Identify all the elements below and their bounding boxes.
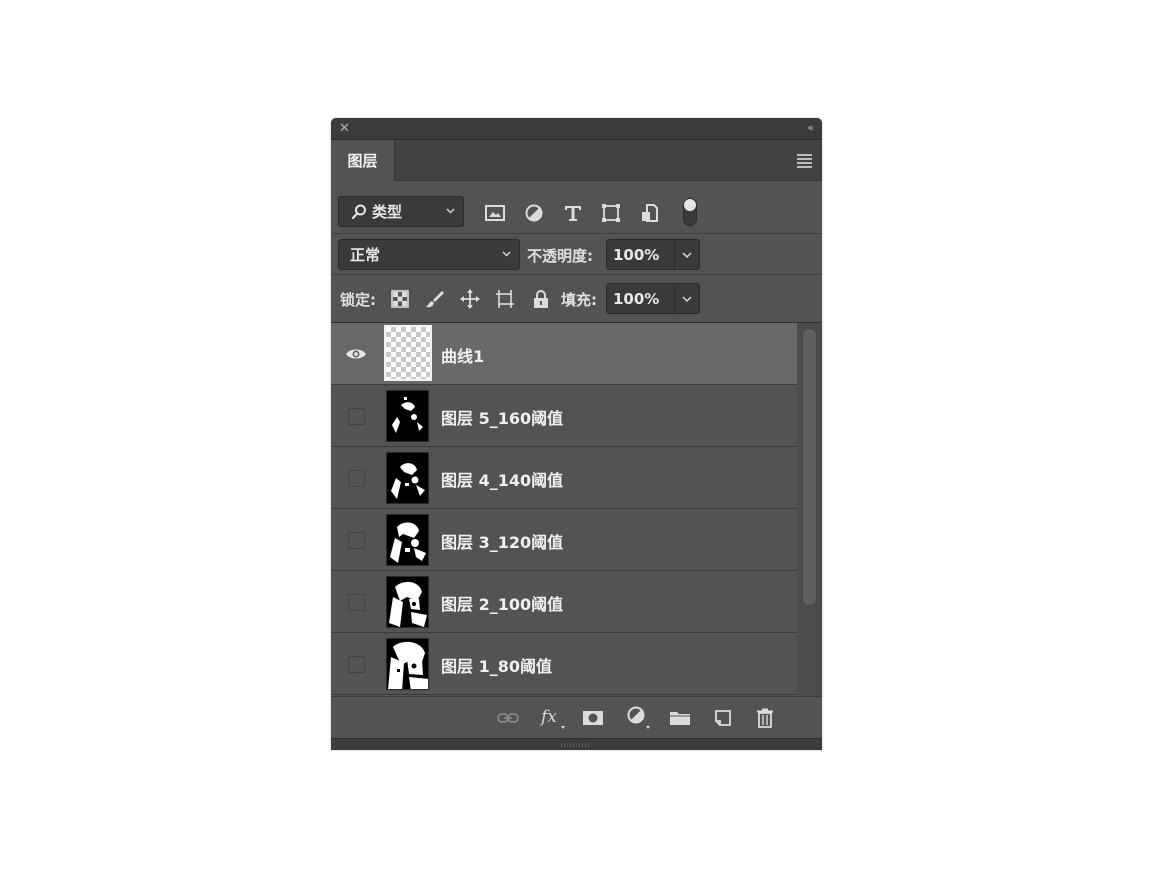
lock-label: 锁定:: [340, 291, 376, 309]
blend-mode-label: 正常: [350, 246, 381, 264]
transparent-thumbnail: [386, 327, 430, 379]
layer-thumbnail: [384, 325, 432, 381]
blend-mode-select[interactable]: 正常: [338, 239, 520, 270]
threshold-thumbnail: [389, 581, 427, 627]
filter-type-label: 类型: [372, 203, 403, 221]
threshold-thumbnail: [391, 463, 425, 499]
scrollbar-thumb[interactable]: [802, 328, 817, 606]
threshold-thumbnail: [392, 397, 423, 433]
lock-all-icon[interactable]: [531, 289, 551, 309]
link-icon[interactable]: [497, 708, 519, 728]
filter-toggle-knob: [684, 199, 696, 211]
panel-titlebar: ✕ ‹‹: [331, 118, 822, 140]
layer-name: 图层 4_140阈值: [441, 471, 564, 490]
svg-text:fx: fx: [540, 707, 557, 727]
lock-artboard-icon[interactable]: [495, 289, 515, 309]
layer-name: 图层 1_80阈值: [441, 657, 552, 676]
layers-panel: ✕ ‹‹ 图层 类型 正常 不透明度: 100% 锁定: 填充: 100% 曲线…: [331, 118, 822, 750]
layer-name: 图层 5_160阈值: [441, 409, 564, 428]
layer-row[interactable]: 图层 5_160阈值: [331, 385, 797, 447]
text-filter-icon[interactable]: [562, 203, 584, 223]
visibility-toggle[interactable]: [348, 532, 365, 549]
layer-row[interactable]: 曲线1: [331, 323, 797, 385]
resize-grip: [561, 743, 591, 747]
chevron-down-icon: [502, 251, 511, 256]
panel-menu-icon[interactable]: [797, 154, 812, 170]
lock-pixels-icon[interactable]: [425, 289, 445, 309]
layer-row[interactable]: 图层 4_140阈值: [331, 447, 797, 509]
fx-icon[interactable]: fx: [540, 704, 566, 730]
shape-filter-icon[interactable]: [600, 203, 622, 223]
panel-resize-handle[interactable]: [331, 738, 822, 750]
layer-row[interactable]: 图层 2_100阈值: [331, 571, 797, 633]
adjustment-icon[interactable]: [625, 704, 651, 730]
fill-input[interactable]: 100%: [606, 283, 675, 314]
layer-name: 图层 3_120阈值: [441, 533, 564, 552]
blend-row: 正常 不透明度: 100%: [331, 234, 822, 275]
panel-tabbar: 图层: [331, 140, 822, 181]
folder-icon[interactable]: [669, 708, 691, 728]
layer-thumbnail: [386, 638, 429, 690]
opacity-dropdown[interactable]: [675, 239, 700, 270]
filter-type-select[interactable]: 类型: [338, 196, 464, 227]
trash-icon[interactable]: [754, 708, 776, 728]
layer-row[interactable]: 图层 3_120阈值: [331, 509, 797, 571]
fill-label: 填充:: [561, 291, 597, 309]
layer-thumbnail: [386, 576, 429, 628]
filter-row: 类型: [331, 181, 822, 234]
search-icon: [351, 204, 366, 219]
layer-thumbnail: [386, 452, 429, 504]
visibility-toggle[interactable]: [348, 470, 365, 487]
layer-thumbnail: [386, 514, 429, 566]
chevron-down-icon: [682, 252, 692, 259]
close-icon[interactable]: ✕: [339, 121, 350, 136]
layer-name: 曲线1: [441, 347, 485, 366]
bottom-toolbar: fx: [331, 696, 822, 738]
filter-toggle[interactable]: [683, 198, 697, 226]
chevron-down-icon: [446, 208, 455, 213]
adjustment-filter-icon[interactable]: [523, 203, 545, 223]
opacity-input[interactable]: 100%: [606, 239, 675, 270]
tab-layers[interactable]: 图层: [331, 140, 395, 181]
layer-thumbnail: [386, 390, 429, 442]
layer-name: 图层 2_100阈值: [441, 595, 564, 614]
threshold-thumbnail: [390, 522, 426, 563]
chevron-down-icon: [682, 296, 692, 303]
image-filter-icon[interactable]: [484, 203, 506, 223]
opacity-label: 不透明度:: [527, 247, 593, 265]
layer-row[interactable]: 图层 1_80阈值: [331, 633, 797, 695]
lock-transparent-icon[interactable]: [390, 289, 410, 309]
layers-list: 曲线1 图层 5_160阈值 图层 4_140阈值 图层 3_120阈值 图层 …: [331, 323, 797, 696]
visibility-toggle[interactable]: [348, 594, 365, 611]
visibility-toggle[interactable]: [348, 408, 365, 425]
layers-scrollbar[interactable]: [797, 323, 822, 696]
lock-row: 锁定: 填充: 100%: [331, 275, 822, 323]
eye-icon[interactable]: [345, 345, 367, 363]
smart-object-filter-icon[interactable]: [639, 203, 661, 223]
new-layer-icon[interactable]: [712, 708, 734, 728]
fill-dropdown[interactable]: [675, 283, 700, 314]
visibility-toggle[interactable]: [348, 656, 365, 673]
collapse-icon[interactable]: ‹‹: [807, 121, 814, 134]
threshold-thumbnail: [388, 641, 428, 689]
mask-icon[interactable]: [582, 708, 604, 728]
lock-position-icon[interactable]: [460, 289, 480, 309]
